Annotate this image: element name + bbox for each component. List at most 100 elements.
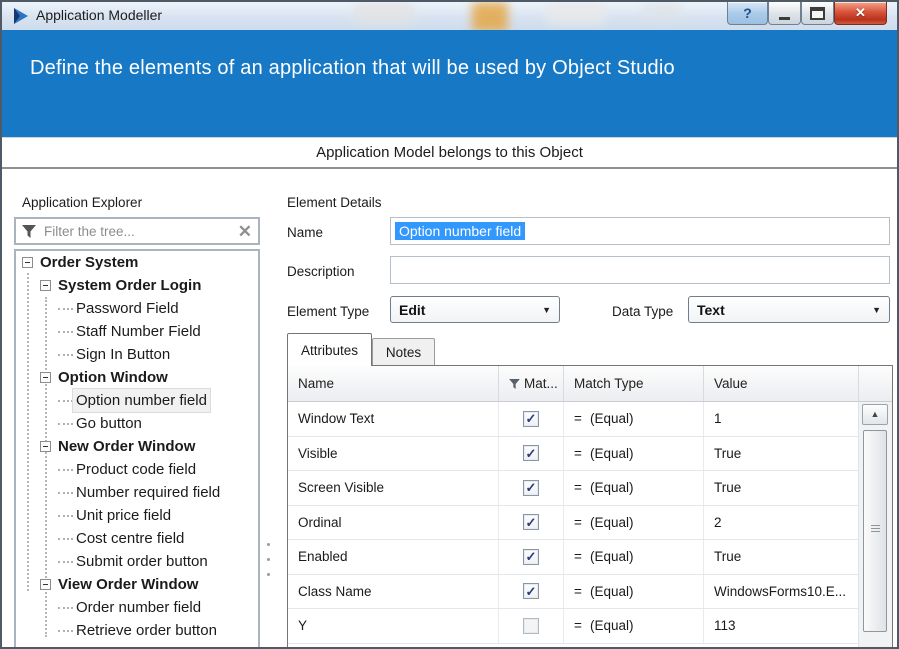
- attribute-value-cell: 1: [704, 402, 859, 436]
- column-header-match[interactable]: Mat...: [499, 366, 564, 401]
- match-type-text: (Equal): [590, 446, 634, 461]
- collapse-minus-icon[interactable]: [40, 441, 51, 452]
- maximize-button[interactable]: [801, 2, 834, 25]
- maximize-icon: [810, 7, 825, 20]
- minimize-button[interactable]: [768, 2, 801, 25]
- vertical-scrollbar[interactable]: ▲: [858, 402, 892, 647]
- tree-filter-box[interactable]: ✕: [14, 217, 260, 245]
- match-checkbox[interactable]: ✓: [523, 411, 539, 427]
- tab-notes[interactable]: Notes: [372, 338, 435, 366]
- match-checkbox[interactable]: ✓: [523, 480, 539, 496]
- match-type-cell: =(Equal): [564, 609, 704, 643]
- title-bar: Application Modeller ? ✕: [2, 2, 897, 30]
- match-type-cell: =(Equal): [564, 471, 704, 505]
- column-header-name[interactable]: Name: [288, 366, 499, 401]
- application-tree[interactable]: Order SystemSystem Order LoginPassword F…: [14, 249, 260, 647]
- attribute-row[interactable]: Ordinal✓=(Equal)2: [288, 506, 892, 541]
- match-checkbox[interactable]: ✓: [523, 583, 539, 599]
- titlebar-smudge: [472, 2, 508, 30]
- attribute-name-cell: Class Name: [288, 575, 499, 609]
- match-checkbox[interactable]: ✓: [523, 549, 539, 565]
- tree-item[interactable]: Number required field: [16, 481, 258, 504]
- match-cell: ✓: [499, 471, 564, 505]
- tree-item[interactable]: View Order Window: [16, 573, 258, 596]
- tree-item[interactable]: Password Field: [16, 297, 258, 320]
- column-header-value[interactable]: Value: [704, 366, 859, 401]
- collapse-minus-icon[interactable]: [40, 579, 51, 590]
- scroll-up-button[interactable]: ▲: [862, 404, 888, 425]
- match-checkbox[interactable]: ✓: [523, 445, 539, 461]
- clear-filter-icon[interactable]: ✕: [238, 223, 252, 240]
- chevron-down-icon: ▼: [542, 305, 551, 315]
- tab-attributes[interactable]: Attributes: [287, 333, 372, 366]
- tree-item-label: Option Window: [58, 366, 168, 389]
- match-operator: =: [574, 411, 590, 426]
- tree-item-label: Go button: [76, 412, 142, 435]
- tree-item-label: Order number field: [76, 596, 201, 619]
- triangle-up-icon: ▲: [871, 410, 880, 419]
- tree-connector: [58, 607, 73, 609]
- column-header-spacer: [859, 366, 892, 401]
- tree-connector: [58, 538, 73, 540]
- attribute-value-cell: 2: [704, 506, 859, 540]
- element-type-value: Edit: [399, 302, 425, 318]
- match-checkbox[interactable]: ✓: [523, 514, 539, 530]
- main-content: Application Explorer ✕ Order SystemSyste…: [2, 169, 897, 647]
- chevron-down-icon: ▼: [872, 305, 881, 315]
- tree-item[interactable]: Submit order button: [16, 550, 258, 573]
- subtitle-bar: Application Model belongs to this Object: [2, 137, 897, 169]
- match-type-text: (Equal): [590, 480, 634, 495]
- attribute-name-cell: Ordinal: [288, 506, 499, 540]
- tree-item[interactable]: Order System: [16, 251, 258, 274]
- column-header-match-type[interactable]: Match Type: [564, 366, 704, 401]
- description-input[interactable]: [390, 256, 890, 284]
- tree-item-label: View Order Window: [58, 573, 198, 596]
- attribute-value-cell: True: [704, 540, 859, 574]
- panel-splitter[interactable]: [267, 543, 273, 589]
- tree-item[interactable]: System Order Login: [16, 274, 258, 297]
- match-type-cell: =(Equal): [564, 437, 704, 471]
- tree-item[interactable]: Product code field: [16, 458, 258, 481]
- name-input[interactable]: Option number field: [390, 217, 890, 245]
- match-operator: =: [574, 618, 590, 633]
- match-cell: ✓: [499, 540, 564, 574]
- match-type-text: (Equal): [590, 411, 634, 426]
- collapse-minus-icon[interactable]: [40, 280, 51, 291]
- attribute-row[interactable]: Enabled✓=(Equal)True: [288, 540, 892, 575]
- attribute-row[interactable]: Class Name✓=(Equal)WindowsForms10.E...: [288, 575, 892, 610]
- scrollbar-thumb[interactable]: [863, 430, 887, 632]
- tree-connector: [58, 400, 73, 402]
- tree-item[interactable]: Cost centre field: [16, 527, 258, 550]
- tree-item[interactable]: Option number field: [16, 389, 258, 412]
- subtitle-text: Application Model belongs to this Object: [316, 144, 583, 161]
- tree-item-label: Cost centre field: [76, 527, 184, 550]
- element-type-dropdown[interactable]: Edit ▼: [390, 296, 560, 323]
- help-button[interactable]: ?: [727, 2, 768, 25]
- attribute-row[interactable]: Screen Visible✓=(Equal)True: [288, 471, 892, 506]
- tree-item[interactable]: Sign In Button: [16, 343, 258, 366]
- titlebar-smudge: [547, 2, 605, 24]
- tree-item[interactable]: Order number field: [16, 596, 258, 619]
- tree-item-label: System Order Login: [58, 274, 201, 297]
- tree-item[interactable]: Staff Number Field: [16, 320, 258, 343]
- attribute-row[interactable]: Window Text✓=(Equal)1: [288, 402, 892, 437]
- tree-item-label: Option number field: [73, 389, 210, 412]
- tree-item[interactable]: New Order Window: [16, 435, 258, 458]
- collapse-minus-icon[interactable]: [40, 372, 51, 383]
- tree-item[interactable]: Retrieve order button: [16, 619, 258, 642]
- attribute-value-cell: 113: [704, 609, 859, 643]
- close-button[interactable]: ✕: [834, 2, 887, 25]
- tree-connector: [58, 423, 73, 425]
- tree-item-label: Order System: [40, 251, 138, 274]
- attribute-row[interactable]: Visible✓=(Equal)True: [288, 437, 892, 472]
- match-checkbox[interactable]: [523, 618, 539, 634]
- attribute-value-cell: WindowsForms10.E...: [704, 575, 859, 609]
- tree-item[interactable]: Option Window: [16, 366, 258, 389]
- attribute-row[interactable]: Y=(Equal)113: [288, 609, 892, 644]
- tree-item[interactable]: Unit price field: [16, 504, 258, 527]
- data-type-dropdown[interactable]: Text ▼: [688, 296, 890, 323]
- collapse-minus-icon[interactable]: [22, 257, 33, 268]
- tree-item-label: Retrieve order button: [76, 619, 217, 642]
- tree-item[interactable]: Go button: [16, 412, 258, 435]
- tree-filter-input[interactable]: [42, 223, 238, 240]
